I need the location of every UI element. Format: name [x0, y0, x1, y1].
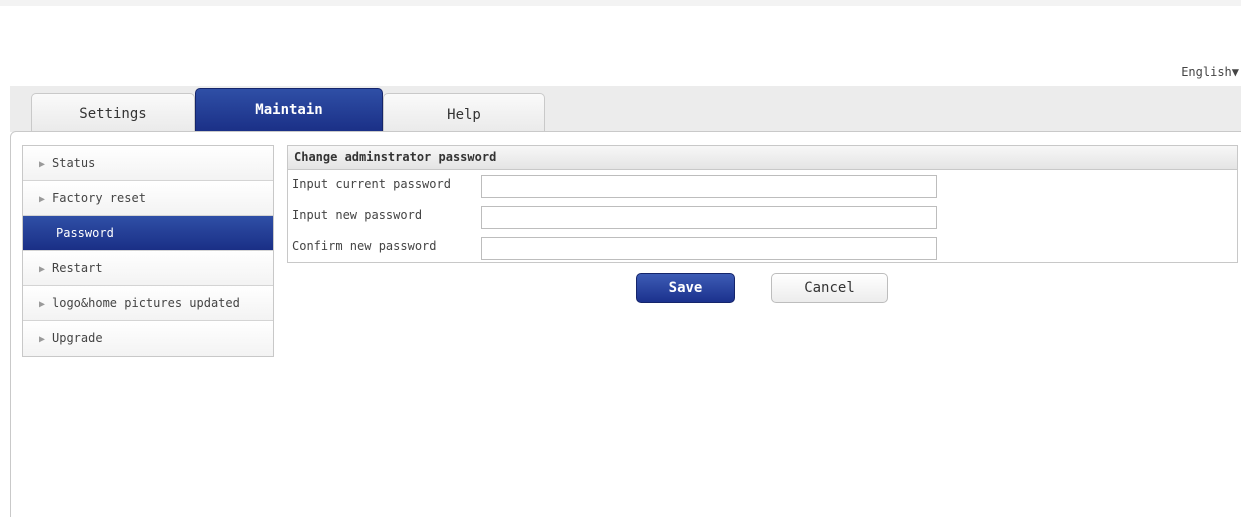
- sidebar-item-logo-home-pictures[interactable]: ▶ logo&home pictures updated: [23, 286, 273, 321]
- sidebar-item-label: Status: [52, 156, 96, 170]
- sidebar-item-password[interactable]: Password: [23, 216, 273, 251]
- confirm-password-input[interactable]: [481, 237, 937, 260]
- sidebar-item-label: Password: [56, 226, 114, 240]
- sidebar-item-label: Upgrade: [52, 331, 103, 345]
- sidebar-item-restart[interactable]: ▶ Restart: [23, 251, 273, 286]
- tab-help[interactable]: Help: [383, 93, 545, 132]
- page: English▼ Settings Maintain Help ▶ Status …: [0, 0, 1241, 517]
- tab-maintain[interactable]: Maintain: [195, 88, 383, 132]
- confirm-password-label: Confirm new password: [292, 239, 437, 253]
- triangle-right-icon: ▶: [39, 264, 46, 275]
- language-selector[interactable]: English▼: [1181, 65, 1239, 79]
- triangle-right-icon: ▶: [39, 299, 46, 310]
- new-password-input[interactable]: [481, 206, 937, 229]
- save-button[interactable]: Save: [636, 273, 735, 303]
- new-password-label: Input new password: [292, 208, 423, 222]
- triangle-right-icon: ▶: [39, 334, 46, 345]
- panel-title: Change adminstrator password: [288, 146, 1237, 170]
- sidebar-item-label: Restart: [52, 261, 103, 275]
- triangle-right-icon: ▶: [39, 159, 46, 170]
- triangle-right-icon: ▶: [39, 194, 46, 205]
- sidebar-item-label: Factory reset: [52, 191, 146, 205]
- current-password-label: Input current password: [292, 177, 451, 191]
- tab-settings[interactable]: Settings: [31, 93, 195, 132]
- cancel-button[interactable]: Cancel: [771, 273, 888, 303]
- confirm-password-row: Confirm new password: [288, 232, 1237, 262]
- sidebar-item-status[interactable]: ▶ Status: [23, 146, 273, 181]
- sidebar-item-label: logo&home pictures updated: [52, 296, 240, 310]
- password-panel: Change adminstrator password Input curre…: [287, 145, 1238, 263]
- current-password-row: Input current password: [288, 170, 1237, 200]
- sidebar-menu: ▶ Status ▶ Factory reset Password ▶ Restart…: [22, 145, 274, 357]
- sidebar-item-factory-reset[interactable]: ▶ Factory reset: [23, 181, 273, 216]
- current-password-input[interactable]: [481, 175, 937, 198]
- new-password-row: Input new password: [288, 201, 1237, 231]
- sidebar-item-upgrade[interactable]: ▶ Upgrade: [23, 321, 273, 356]
- header-area: [0, 6, 1241, 86]
